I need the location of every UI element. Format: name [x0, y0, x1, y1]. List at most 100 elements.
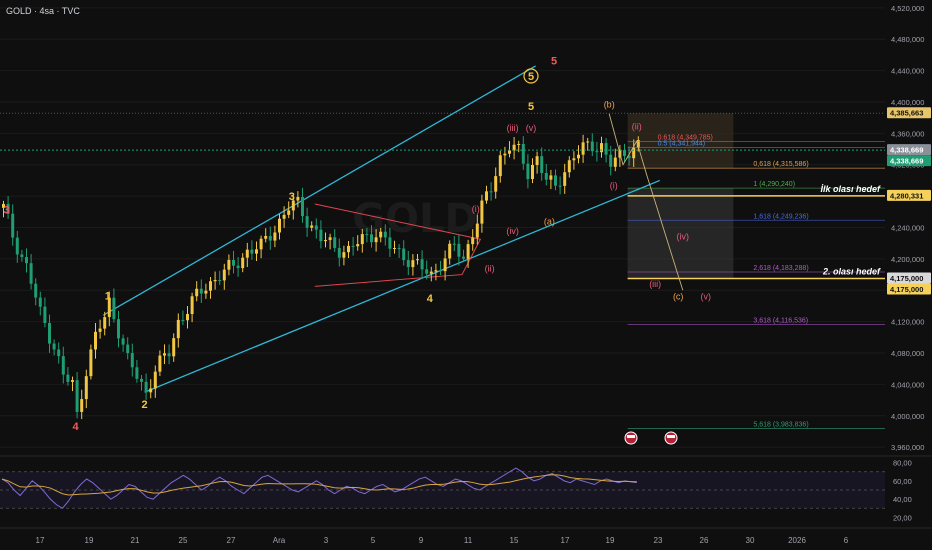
overlays: 0.618 (4,349,785)0.5 (4,341,944)0,618 (4…	[0, 113, 885, 429]
x-tick-label: 21	[131, 536, 140, 545]
candle-body	[425, 269, 429, 274]
time-axis[interactable]: 17 19 21 25 27 Ara 3 5 9 11 15 17 19 23 26 30 2026 6	[0, 527, 932, 545]
candle-body	[517, 144, 521, 146]
candle-body	[604, 143, 608, 155]
x-tick-label: 17	[561, 536, 570, 545]
candle-body	[572, 158, 576, 161]
candle-body	[420, 259, 424, 270]
candle-body	[360, 234, 364, 245]
candle-body	[98, 328, 102, 332]
fib-label: 2,618 (4,183,288)	[753, 265, 808, 272]
candle-body	[324, 240, 327, 242]
candle-body	[213, 279, 217, 282]
candle-body	[259, 238, 263, 250]
candle-body	[163, 353, 166, 356]
wave-label: 4	[427, 293, 434, 305]
wave-label: 2	[142, 399, 148, 411]
candle-body	[112, 297, 116, 320]
wave-label: (a)	[544, 216, 555, 226]
candle-body	[245, 249, 249, 258]
price-chart[interactable]: GOLD 0.618 (4,349,785)0.5 (4,341,944)0,6…	[0, 0, 932, 550]
wave-label: (iii)	[649, 279, 661, 289]
candle-body	[416, 259, 419, 261]
flag-stripe-icon	[627, 435, 635, 438]
candle-body	[393, 248, 396, 250]
x-tick-label: 5	[371, 536, 376, 545]
candle-body	[342, 252, 346, 258]
candle-body	[71, 380, 74, 382]
candle-body	[549, 175, 553, 180]
candle-body	[305, 216, 309, 228]
candle-body	[176, 319, 180, 339]
symbol-title[interactable]: GOLD · 4sa · TVC	[6, 6, 80, 16]
candle-body	[20, 254, 24, 258]
wave-label: 5	[528, 71, 534, 83]
wave-label: (i)	[610, 180, 618, 190]
candle-body	[443, 258, 447, 272]
candle-body	[586, 141, 590, 143]
candle-body	[406, 260, 410, 268]
candle-body	[75, 380, 79, 412]
candle-body	[319, 229, 323, 242]
candle-body	[531, 164, 534, 180]
wave-label: 3	[289, 191, 295, 203]
event-markers[interactable]	[624, 431, 678, 445]
candle-body	[135, 367, 139, 379]
wave-label: (ii)	[632, 121, 642, 131]
rsi-tick-label: 80,00	[893, 459, 912, 468]
candle-body	[388, 237, 392, 249]
candle-body	[310, 225, 314, 228]
candle-body	[158, 355, 162, 372]
candle-body	[273, 232, 277, 241]
candle-body	[218, 279, 222, 281]
candle-body	[521, 144, 525, 164]
fib-label: 5,618 (3,983,836)	[753, 421, 808, 428]
rsi-tick-label: 60,00	[893, 477, 912, 486]
y-tick-label: 3,960,000	[891, 443, 924, 452]
x-tick-label: 23	[654, 536, 663, 545]
target-label: 2. olası hedef	[822, 266, 881, 276]
candle-body	[314, 225, 318, 230]
candle-body	[43, 306, 47, 324]
y-tick-label: 4,400,000	[891, 98, 924, 107]
candle-body	[11, 213, 15, 238]
candle-body	[236, 265, 240, 269]
y-tick-label: 4,200,000	[891, 255, 924, 264]
rsi-tick-label: 20,00	[893, 513, 912, 522]
y-tick-label: 4,080,000	[891, 349, 924, 358]
candle-body	[84, 376, 88, 400]
candle-body	[268, 235, 272, 241]
y-tick-label: 4,120,000	[891, 318, 924, 327]
candle-body	[172, 338, 176, 357]
candle-body	[480, 200, 484, 224]
y-tick-label: 4,000,000	[891, 412, 924, 421]
price-badge-label: 4,338,669	[890, 157, 923, 166]
candle-body	[356, 244, 360, 247]
candle-body	[429, 271, 433, 274]
x-tick-label: Ara	[273, 536, 286, 545]
price-badge-label: 4,385,663	[890, 109, 923, 118]
x-tick-label: 15	[510, 536, 519, 545]
candle-body	[278, 218, 281, 233]
candle-body	[567, 160, 571, 173]
candle-body	[52, 343, 56, 350]
wave-label: 5	[551, 55, 557, 67]
candle-body	[103, 317, 107, 329]
candle-body	[397, 248, 401, 250]
candle-body	[466, 244, 470, 259]
candle-body	[554, 175, 557, 186]
candle-body	[232, 259, 235, 266]
candle-body	[204, 290, 208, 294]
price-badge-label: 4,175,000	[890, 285, 923, 294]
candle-body	[80, 399, 84, 412]
candle-body	[181, 319, 185, 321]
x-tick-label: 19	[85, 536, 94, 545]
wave-label: (v)	[526, 123, 537, 133]
candle-body	[402, 248, 406, 261]
x-tick-label: 19	[606, 536, 615, 545]
candle-body	[61, 356, 65, 375]
candle-body	[535, 156, 539, 165]
wave-label: (c)	[673, 292, 684, 302]
y-tick-label: 4,240,000	[891, 224, 924, 233]
fib-label: 1,618 (4,249,236)	[753, 213, 808, 220]
